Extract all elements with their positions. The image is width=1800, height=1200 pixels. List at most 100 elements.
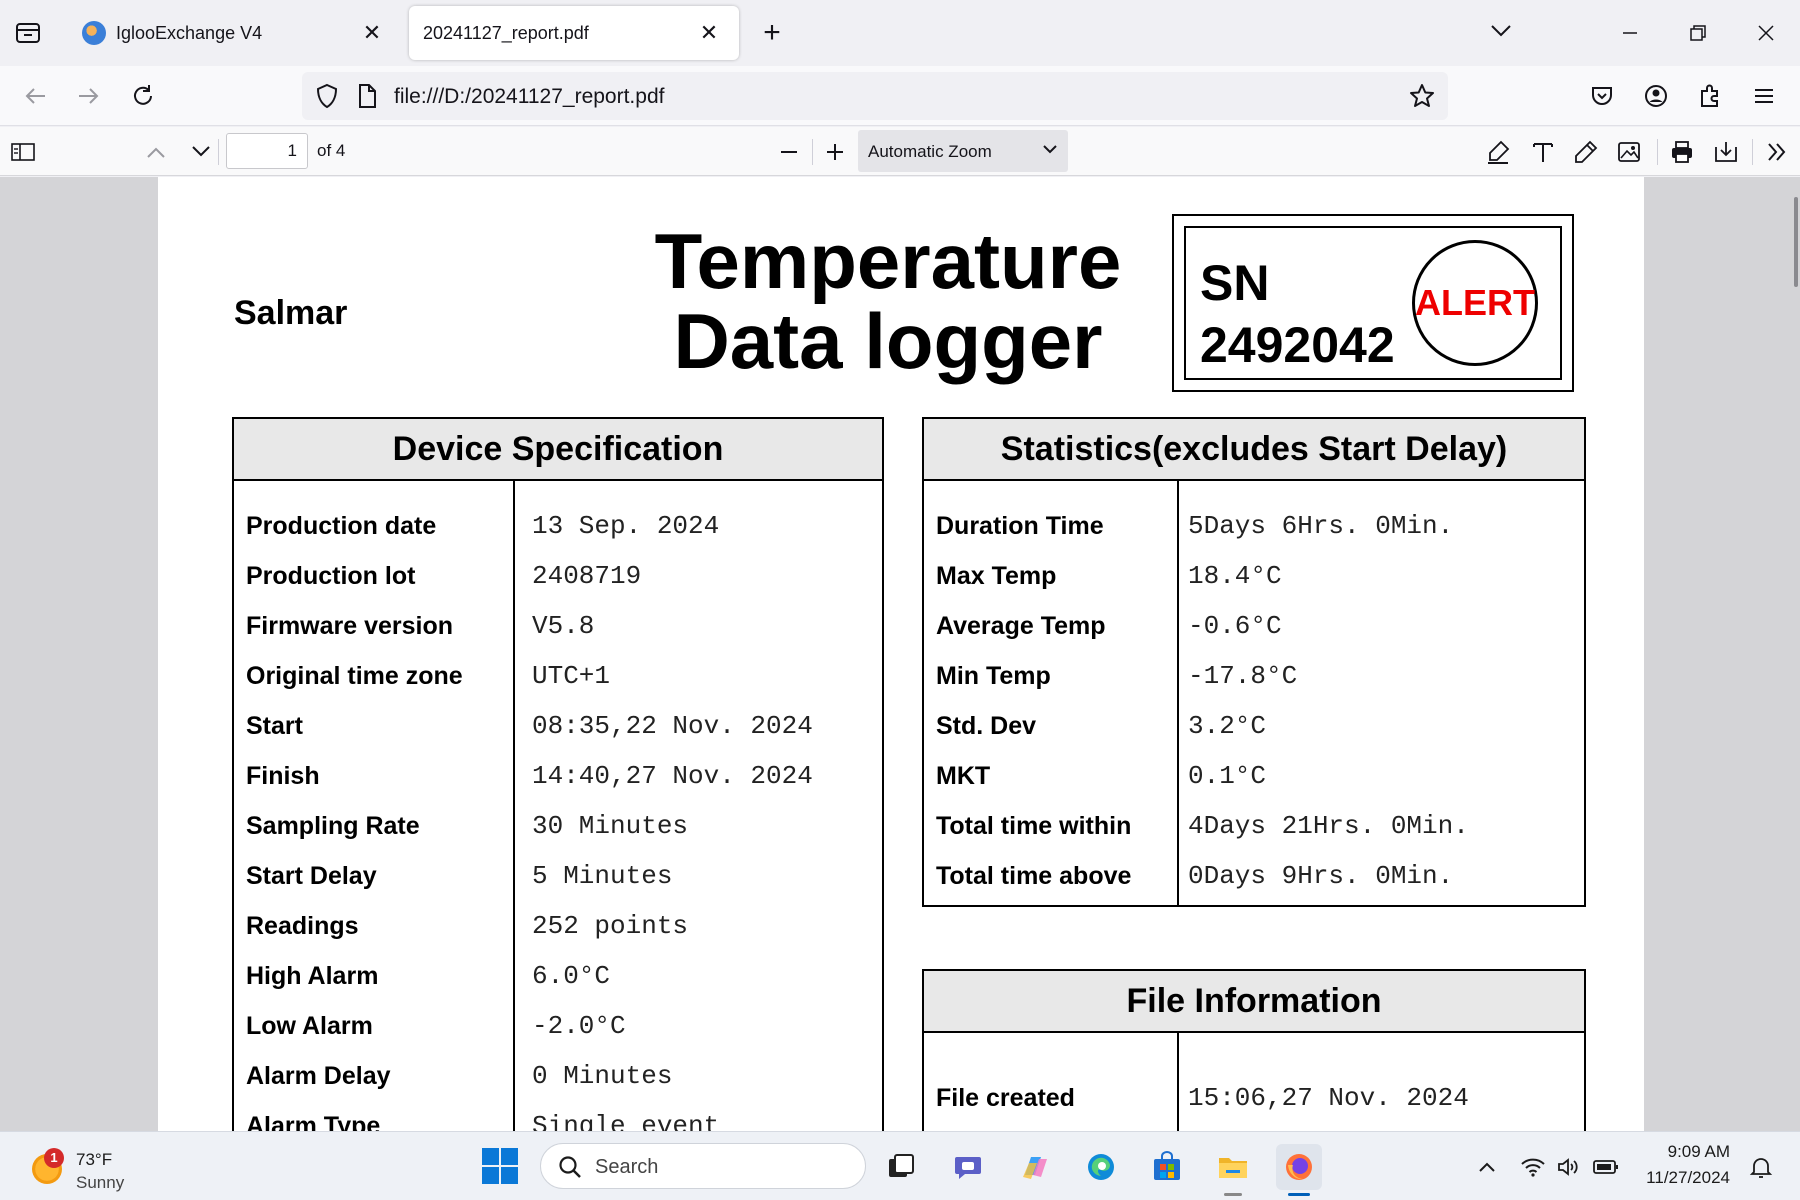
notifications-bell-icon[interactable] bbox=[1748, 1154, 1774, 1180]
forward-arrow-icon[interactable] bbox=[70, 78, 106, 114]
tab-title: 20241127_report.pdf bbox=[423, 22, 589, 43]
row-label: Low Alarm bbox=[246, 1012, 373, 1040]
file-explorer-icon[interactable] bbox=[1210, 1144, 1256, 1196]
running-indicator bbox=[1288, 1193, 1310, 1196]
add-text-icon[interactable] bbox=[1526, 135, 1560, 169]
add-image-icon[interactable] bbox=[1612, 135, 1646, 169]
row-label: Total time above bbox=[936, 862, 1132, 890]
row-value: 3.2°C bbox=[1188, 711, 1267, 741]
draw-pencil-icon[interactable] bbox=[1569, 135, 1603, 169]
weather-widget[interactable]: 1 73°F Sunny bbox=[30, 1142, 150, 1192]
tracking-protection-shield-icon[interactable] bbox=[314, 82, 340, 115]
volume-speaker-icon[interactable] bbox=[1556, 1154, 1582, 1180]
account-avatar-icon[interactable] bbox=[1638, 78, 1674, 114]
windows-taskbar: 1 73°F Sunny Search 9:09 AM 11/27/2024 bbox=[0, 1131, 1800, 1200]
restore-window-icon[interactable] bbox=[1678, 14, 1718, 52]
zoom-select[interactable]: Automatic Zoom bbox=[858, 130, 1068, 172]
tools-double-chevron-icon[interactable] bbox=[1760, 135, 1794, 169]
new-tab-plus-icon[interactable]: + bbox=[756, 18, 788, 50]
reload-icon[interactable] bbox=[126, 78, 162, 114]
row-label: File created bbox=[936, 1084, 1075, 1112]
row-value: -17.8°C bbox=[1188, 661, 1298, 691]
pocket-icon[interactable] bbox=[1584, 78, 1620, 114]
extensions-puzzle-icon[interactable] bbox=[1692, 78, 1728, 114]
system-clock[interactable]: 9:09 AM 11/27/2024 bbox=[1630, 1142, 1730, 1188]
highlight-pen-icon[interactable] bbox=[1481, 135, 1515, 169]
row-value: 252 points bbox=[532, 911, 689, 941]
app-menu-hamburger-icon[interactable] bbox=[1746, 78, 1782, 114]
minimize-window-icon[interactable] bbox=[1610, 14, 1650, 52]
row-value: 14:40,27 Nov. 2024 bbox=[532, 761, 813, 791]
tab-pdf-report[interactable]: 20241127_report.pdf ✕ bbox=[409, 6, 739, 60]
microsoft-store-icon[interactable] bbox=[1144, 1144, 1190, 1190]
page-document-icon[interactable] bbox=[356, 83, 378, 114]
device-specification-heading: Device Specification bbox=[234, 419, 882, 481]
wifi-icon[interactable] bbox=[1520, 1154, 1546, 1180]
table-row: Min Temp -17.8°C bbox=[924, 649, 1584, 699]
close-tab-icon[interactable]: ✕ bbox=[358, 19, 386, 47]
save-download-icon[interactable] bbox=[1709, 135, 1743, 169]
copilot-icon[interactable] bbox=[1012, 1144, 1058, 1190]
statistics-panel: Statistics(excludes Start Delay) Duratio… bbox=[922, 417, 1586, 907]
alert-stamp: ALERT bbox=[1412, 240, 1538, 366]
file-information-panel: File Information File created 15:06,27 No… bbox=[922, 969, 1586, 1131]
weather-condition: Sunny bbox=[76, 1173, 125, 1192]
toolbar-separator bbox=[218, 139, 219, 165]
row-value: 4Days 21Hrs. 0Min. bbox=[1188, 811, 1469, 841]
zoom-value: Automatic Zoom bbox=[868, 142, 992, 161]
edge-browser-icon[interactable] bbox=[1078, 1144, 1124, 1190]
bookmark-star-icon[interactable] bbox=[1408, 82, 1436, 115]
row-label: Production lot bbox=[246, 562, 416, 590]
url-text: file:///D:/20241127_report.pdf bbox=[394, 85, 665, 108]
row-value: 0 Minutes bbox=[532, 1061, 673, 1091]
row-value: 08:35,22 Nov. 2024 bbox=[532, 711, 813, 741]
next-page-chevron-down-icon[interactable] bbox=[184, 135, 218, 169]
task-view-icon[interactable] bbox=[878, 1144, 924, 1190]
table-row: Low Alarm -2.0°C bbox=[234, 999, 882, 1049]
table-row: Production lot 2408719 bbox=[234, 549, 882, 599]
tab-igloo-exchange[interactable]: IglooExchange V4 ✕ bbox=[66, 6, 402, 60]
pdf-page: Salmar Temperature Data logger SN 249204… bbox=[158, 177, 1644, 1131]
pdf-toolbar: of 4 Automatic Zoom bbox=[0, 127, 1800, 176]
close-tab-icon[interactable]: ✕ bbox=[695, 19, 723, 47]
address-bar[interactable]: file:///D:/20241127_report.pdf bbox=[302, 72, 1448, 120]
row-label: Alarm Type bbox=[246, 1112, 381, 1131]
teams-chat-icon[interactable] bbox=[946, 1144, 992, 1190]
windows-start-icon[interactable] bbox=[480, 1146, 520, 1186]
tab-title: IglooExchange V4 bbox=[116, 22, 263, 43]
table-row: Total time within 4Days 21Hrs. 0Min. bbox=[924, 799, 1584, 849]
chevron-down-icon bbox=[1042, 142, 1058, 161]
back-arrow-icon[interactable] bbox=[18, 78, 54, 114]
device-specification-body: Production date 13 Sep. 2024 Production lo… bbox=[234, 481, 882, 1131]
table-row: Start 08:35,22 Nov. 2024 bbox=[234, 699, 882, 749]
pdf-viewer-area[interactable]: Salmar Temperature Data logger SN 249204… bbox=[0, 177, 1800, 1131]
row-label: Production date bbox=[246, 512, 437, 540]
toggle-sidebar-icon[interactable] bbox=[6, 135, 40, 169]
search-label: Search bbox=[595, 1156, 659, 1178]
vertical-scrollbar-thumb[interactable] bbox=[1794, 197, 1798, 287]
row-label: Start Delay bbox=[246, 862, 377, 890]
statistics-heading: Statistics(excludes Start Delay) bbox=[924, 419, 1584, 481]
sn-label: SN bbox=[1200, 255, 1270, 311]
row-label: Average Temp bbox=[936, 612, 1106, 640]
row-value: -0.6°C bbox=[1188, 611, 1282, 641]
print-icon[interactable] bbox=[1665, 135, 1699, 169]
firefox-browser-icon[interactable] bbox=[1276, 1144, 1322, 1196]
taskbar-search-box[interactable]: Search bbox=[540, 1143, 866, 1189]
list-all-tabs-chevron-icon[interactable] bbox=[1488, 20, 1518, 46]
tab-list-icon[interactable] bbox=[14, 20, 48, 48]
row-label: Std. Dev bbox=[936, 712, 1037, 740]
previous-page-chevron-up-icon[interactable] bbox=[139, 135, 173, 169]
table-row: Start Delay 5 Minutes bbox=[234, 849, 882, 899]
zoom-out-minus-icon[interactable] bbox=[772, 135, 806, 169]
row-label: Sampling Rate bbox=[246, 812, 420, 840]
row-label: Firmware version bbox=[246, 612, 454, 640]
page-number-input[interactable] bbox=[226, 133, 308, 169]
zoom-in-plus-icon[interactable] bbox=[818, 135, 852, 169]
battery-icon[interactable] bbox=[1592, 1154, 1618, 1180]
close-window-icon[interactable] bbox=[1746, 14, 1786, 52]
running-indicator bbox=[1224, 1193, 1242, 1196]
navigation-toolbar: file:///D:/20241127_report.pdf bbox=[0, 66, 1800, 126]
table-row: MKT 0.1°C bbox=[924, 749, 1584, 799]
show-hidden-icons-chevron-up-icon[interactable] bbox=[1474, 1154, 1500, 1180]
